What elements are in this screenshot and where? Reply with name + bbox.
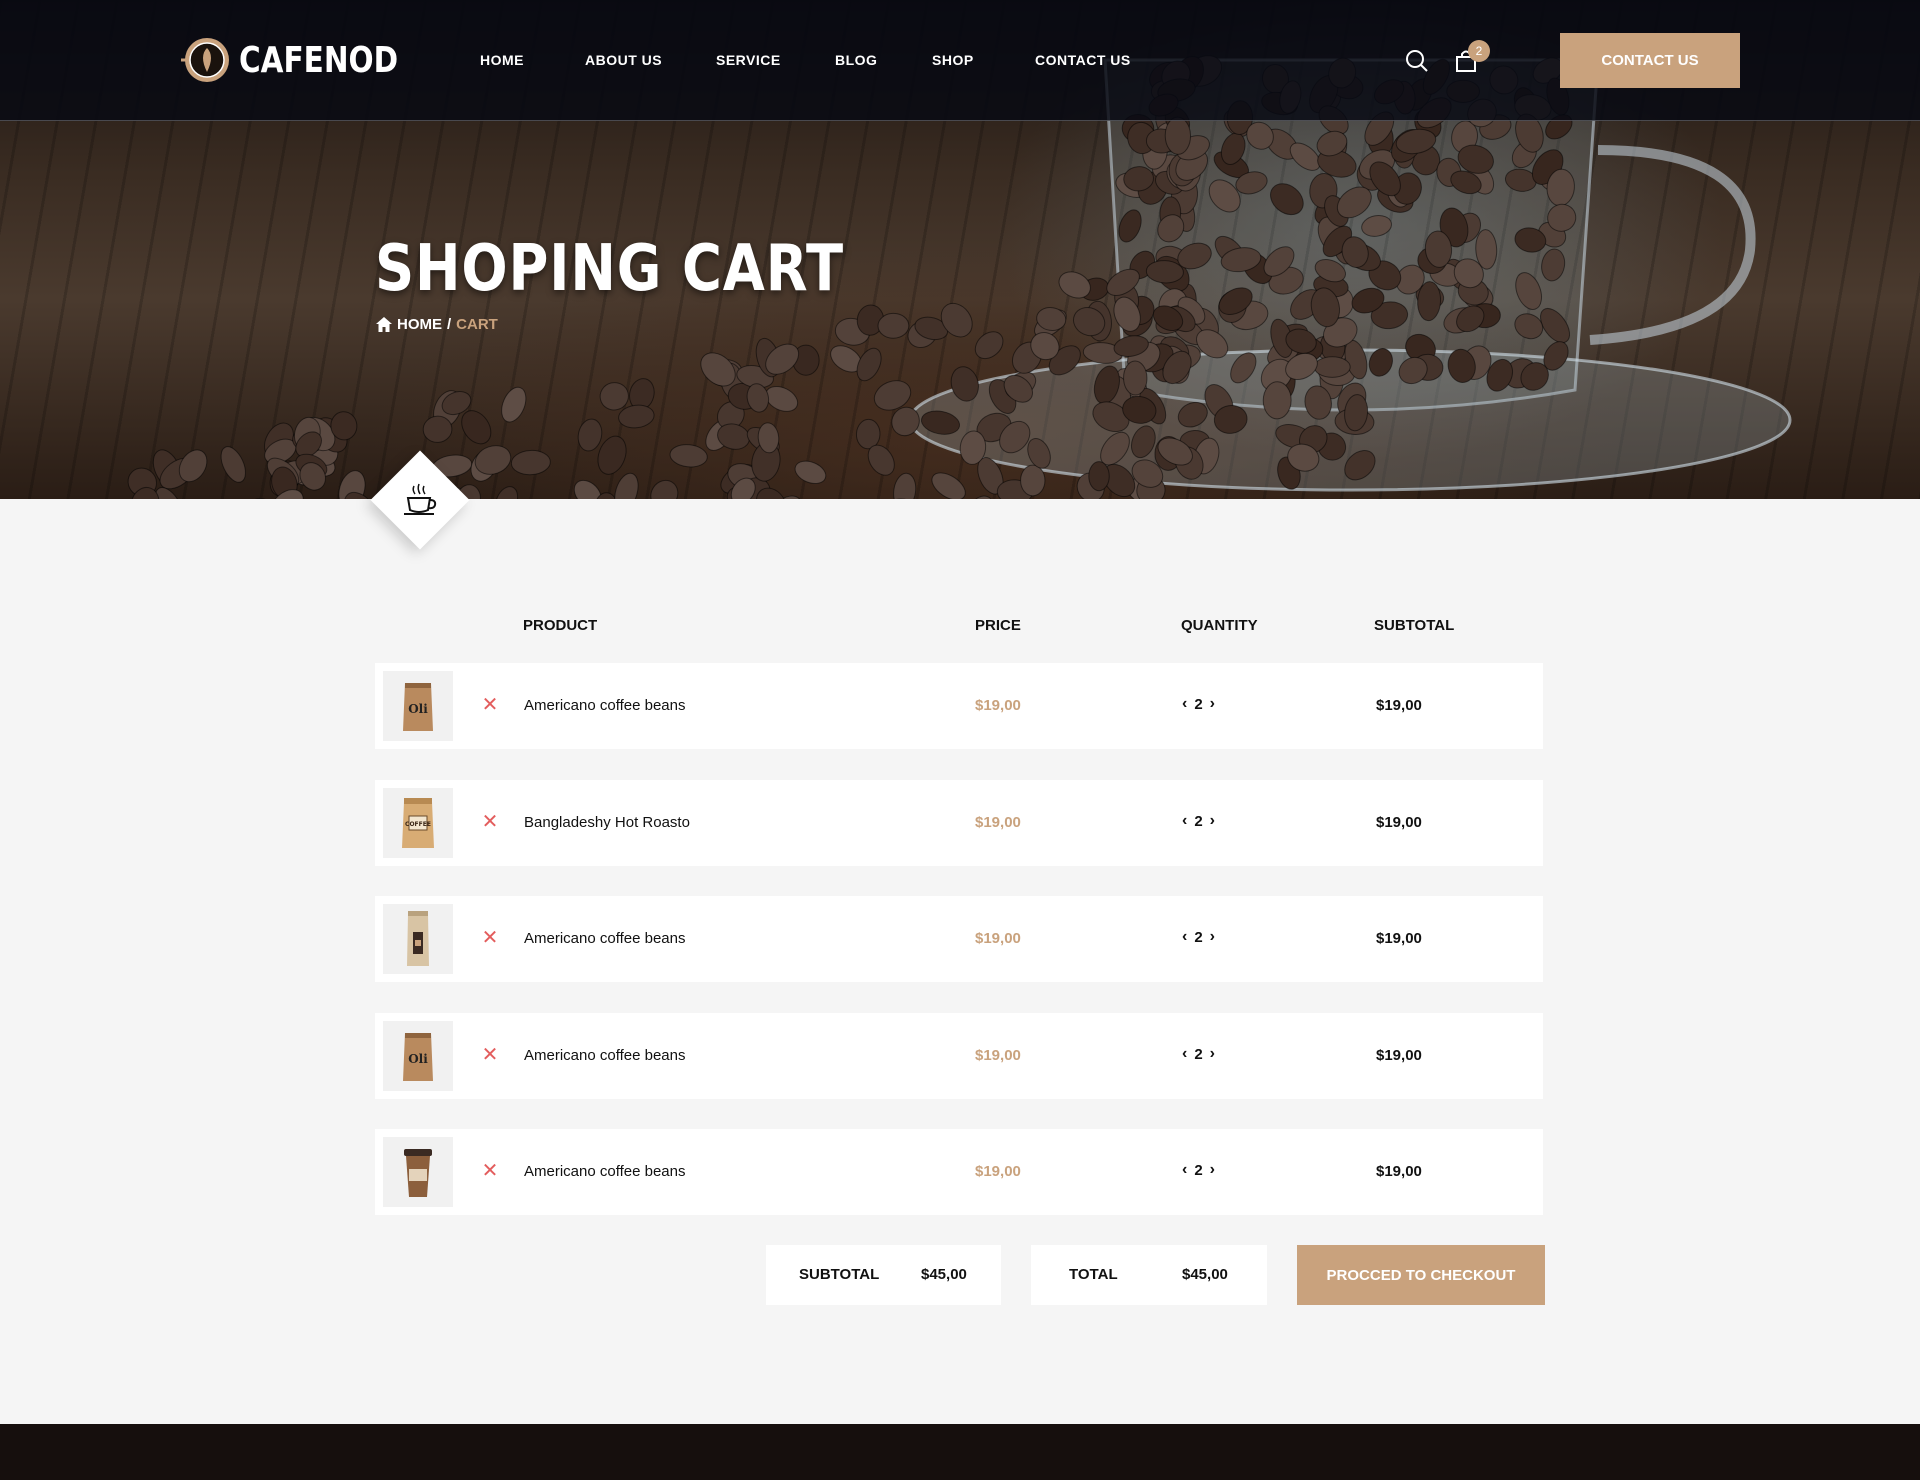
cart-row: COFFEE ✕ Bangladeshy Hot Roasto $19,00 ‹… [375, 780, 1543, 866]
remove-item-icon[interactable]: ✕ [480, 695, 500, 715]
quantity-value[interactable]: 2 [1194, 929, 1202, 946]
remove-item-icon[interactable]: ✕ [480, 812, 500, 832]
quantity-stepper: ‹ 2 › [1182, 1161, 1215, 1179]
nav-about-us[interactable]: ABOUT US [585, 52, 662, 68]
breadcrumb: HOME / CART [376, 316, 498, 333]
remove-item-icon[interactable]: ✕ [480, 928, 500, 948]
increase-quantity-icon[interactable]: › [1210, 928, 1215, 946]
quantity-stepper: ‹ 2 › [1182, 928, 1215, 946]
product-thumbnail[interactable]: COFFEE [383, 788, 453, 858]
nav-home[interactable]: HOME [480, 52, 524, 68]
product-name[interactable]: Americano coffee beans [524, 1047, 686, 1064]
svg-text:COFFEE: COFFEE [405, 821, 431, 828]
coffee-cup-steam-icon [404, 483, 437, 515]
row-subtotal: $19,00 [1376, 930, 1422, 947]
search-icon[interactable] [1405, 49, 1429, 73]
coffee-cup-icon [404, 1149, 432, 1197]
increase-quantity-icon[interactable]: › [1210, 695, 1215, 713]
bag-tall-dark-label-icon [407, 911, 429, 966]
remove-item-icon[interactable]: ✕ [480, 1161, 500, 1181]
quantity-value[interactable]: 2 [1194, 813, 1202, 830]
row-subtotal: $19,00 [1376, 1163, 1422, 1180]
subtotal-box: SUBTOTAL $45,00 [766, 1245, 1001, 1305]
cart-row: Oli ✕ Americano coffee beans $19,00 ‹ 2 … [375, 1013, 1543, 1099]
quantity-value[interactable]: 2 [1194, 1046, 1202, 1063]
product-name[interactable]: Americano coffee beans [524, 697, 686, 714]
bag-kraft-oli-icon: Oli [403, 1033, 433, 1081]
total-value: $45,00 [1182, 1266, 1228, 1283]
header-subtotal: SUBTOTAL [1374, 617, 1455, 634]
quantity-stepper: ‹ 2 › [1182, 695, 1215, 713]
cart-row: ✕ Americano coffee beans $19,00 ‹ 2 › $1… [375, 896, 1543, 982]
product-thumbnail[interactable] [383, 904, 453, 974]
row-subtotal: $19,00 [1376, 814, 1422, 831]
breadcrumb-home[interactable]: HOME [397, 316, 442, 333]
top-navbar: CAFENOD HOME ABOUT US SERVICE BLOG SHOP … [0, 0, 1920, 121]
nav-shop[interactable]: SHOP [932, 52, 974, 68]
product-price: $19,00 [975, 1163, 1021, 1180]
contact-us-button[interactable]: CONTACT US [1560, 33, 1740, 88]
subtotal-value: $45,00 [921, 1266, 967, 1283]
remove-item-icon[interactable]: ✕ [480, 1045, 500, 1065]
nav-contact-us[interactable]: CONTACT US [1035, 52, 1131, 68]
header-price: PRICE [975, 617, 1021, 634]
header-product: PRODUCT [523, 617, 598, 634]
cart-count-badge: 2 [1468, 40, 1490, 62]
breadcrumb-current: CART [456, 316, 498, 333]
row-subtotal: $19,00 [1376, 697, 1422, 714]
total-box: TOTAL $45,00 [1031, 1245, 1267, 1305]
logo-text: CAFENOD [239, 39, 399, 81]
latte-art-icon [181, 38, 229, 82]
product-price: $19,00 [975, 697, 1021, 714]
quantity-value[interactable]: 2 [1194, 696, 1202, 713]
product-thumbnail[interactable]: Oli [383, 1021, 453, 1091]
row-subtotal: $19,00 [1376, 1047, 1422, 1064]
home-icon [376, 317, 392, 332]
svg-text:Oli: Oli [408, 702, 428, 716]
decrease-quantity-icon[interactable]: ‹ [1182, 1161, 1187, 1179]
total-label: TOTAL [1069, 1266, 1118, 1283]
nav-service[interactable]: SERVICE [716, 52, 781, 68]
footer [0, 1424, 1920, 1480]
product-price: $19,00 [975, 814, 1021, 831]
increase-quantity-icon[interactable]: › [1210, 812, 1215, 830]
product-name[interactable]: Bangladeshy Hot Roasto [524, 814, 690, 831]
bag-kraft-oli-icon: Oli [403, 683, 433, 731]
decrease-quantity-icon[interactable]: ‹ [1182, 695, 1187, 713]
bag-paper-label-icon: COFFEE [402, 798, 434, 848]
decrease-quantity-icon[interactable]: ‹ [1182, 928, 1187, 946]
cart-row: ✕ Americano coffee beans $19,00 ‹ 2 › $1… [375, 1129, 1543, 1215]
breadcrumb-separator: / [447, 316, 452, 333]
product-name[interactable]: Americano coffee beans [524, 1163, 686, 1180]
nav-blog[interactable]: BLOG [835, 52, 877, 68]
quantity-stepper: ‹ 2 › [1182, 812, 1215, 830]
decrease-quantity-icon[interactable]: ‹ [1182, 812, 1187, 830]
decrease-quantity-icon[interactable]: ‹ [1182, 1045, 1187, 1063]
proceed-to-checkout-button[interactable]: PROCCED TO CHECKOUT [1297, 1245, 1545, 1305]
increase-quantity-icon[interactable]: › [1210, 1161, 1215, 1179]
product-price: $19,00 [975, 930, 1021, 947]
logo[interactable]: CAFENOD [179, 34, 433, 86]
product-name[interactable]: Americano coffee beans [524, 930, 686, 947]
increase-quantity-icon[interactable]: › [1210, 1045, 1215, 1063]
quantity-stepper: ‹ 2 › [1182, 1045, 1215, 1063]
quantity-value[interactable]: 2 [1194, 1162, 1202, 1179]
product-thumbnail[interactable] [383, 1137, 453, 1207]
product-thumbnail[interactable]: Oli [383, 671, 453, 741]
page-title: SHOPING CART [375, 232, 844, 306]
product-price: $19,00 [975, 1047, 1021, 1064]
header-quantity: QUANTITY [1181, 617, 1258, 634]
svg-text:Oli: Oli [408, 1052, 428, 1066]
subtotal-label: SUBTOTAL [799, 1266, 880, 1283]
cart-row: Oli ✕ Americano coffee beans $19,00 ‹ 2 … [375, 663, 1543, 749]
